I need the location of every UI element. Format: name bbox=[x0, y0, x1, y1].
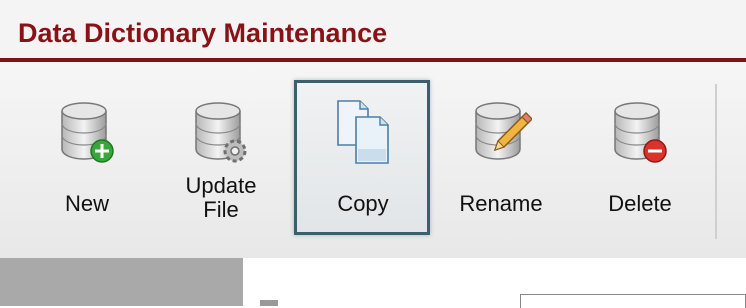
rename-button-label: Rename bbox=[459, 191, 543, 216]
toolbar: New Update File Copy Rename Delete bbox=[0, 62, 746, 258]
field-label bbox=[260, 300, 278, 306]
database-pencil-icon bbox=[475, 102, 532, 160]
new-button-label: New bbox=[64, 191, 109, 216]
left-panel bbox=[0, 258, 243, 306]
toolbar-divider bbox=[715, 84, 717, 239]
database-remove-icon bbox=[614, 102, 667, 163]
copy-button[interactable]: Copy bbox=[318, 62, 408, 258]
copy-documents-icon bbox=[337, 100, 389, 164]
update-file-button[interactable]: Update File bbox=[176, 62, 266, 258]
update-label-line: Update File bbox=[185, 173, 257, 222]
rename-button[interactable]: Rename bbox=[446, 62, 556, 258]
page-title: Data Dictionary Maintenance bbox=[18, 18, 388, 48]
copy-button-label: Copy bbox=[337, 191, 389, 216]
update-file-button-label: Update File bbox=[176, 174, 266, 222]
database-gear-icon bbox=[195, 102, 247, 163]
title-bar: Data Dictionary Maintenance bbox=[0, 0, 746, 62]
content-area bbox=[0, 258, 746, 308]
database-add-icon bbox=[61, 102, 114, 163]
delete-button[interactable]: Delete bbox=[590, 62, 690, 258]
delete-button-label: Delete bbox=[608, 191, 672, 216]
new-button[interactable]: New bbox=[42, 62, 132, 258]
